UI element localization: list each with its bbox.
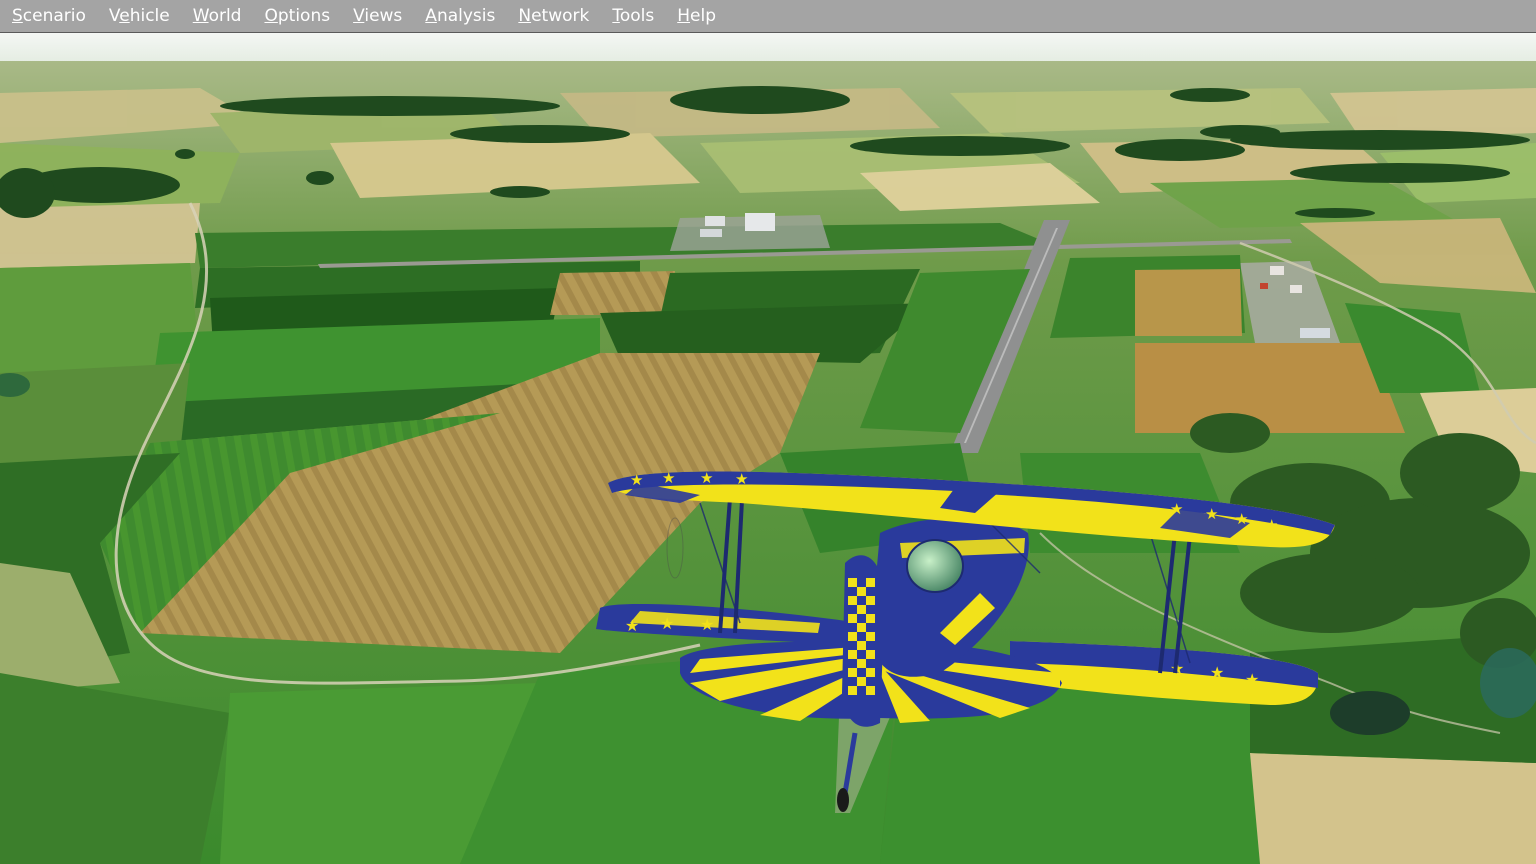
field-lower-right bbox=[1250, 753, 1536, 864]
svg-text:★: ★ bbox=[1205, 505, 1218, 523]
menu-tools[interactable]: Tools bbox=[602, 0, 667, 33]
menu-network[interactable]: Network bbox=[508, 0, 602, 33]
menu-vehicle[interactable]: Vehicle bbox=[99, 0, 183, 33]
menu-analysis[interactable]: Analysis bbox=[415, 0, 508, 33]
svg-text:★: ★ bbox=[700, 469, 713, 487]
svg-text:★: ★ bbox=[1265, 516, 1278, 534]
menu-help[interactable]: Help bbox=[667, 0, 729, 33]
svg-text:★: ★ bbox=[625, 616, 639, 635]
svg-text:★: ★ bbox=[660, 614, 674, 633]
menu-options[interactable]: Options bbox=[254, 0, 343, 33]
svg-text:★: ★ bbox=[1245, 670, 1259, 689]
svg-text:★: ★ bbox=[630, 471, 643, 489]
svg-text:★: ★ bbox=[1210, 663, 1224, 682]
simulator-3d-viewport[interactable]: ★ ★ ★ ★ ★ ★ ★ ★ ★ ★ ★ ★ ★ bbox=[0, 33, 1536, 864]
pond bbox=[1330, 691, 1410, 735]
svg-text:★: ★ bbox=[735, 470, 748, 488]
menu-bar: Scenario Vehicle World Options Views Ana… bbox=[0, 0, 1536, 33]
svg-text:★: ★ bbox=[700, 615, 714, 634]
svg-text:★: ★ bbox=[662, 469, 675, 487]
menu-views[interactable]: Views bbox=[343, 0, 415, 33]
menu-scenario[interactable]: Scenario bbox=[2, 0, 99, 33]
menu-world[interactable]: World bbox=[183, 0, 255, 33]
svg-text:★: ★ bbox=[1170, 500, 1183, 518]
aerial-scene: ★ ★ ★ ★ ★ ★ ★ ★ ★ ★ ★ ★ ★ bbox=[0, 33, 1536, 864]
svg-text:★: ★ bbox=[1235, 510, 1248, 528]
